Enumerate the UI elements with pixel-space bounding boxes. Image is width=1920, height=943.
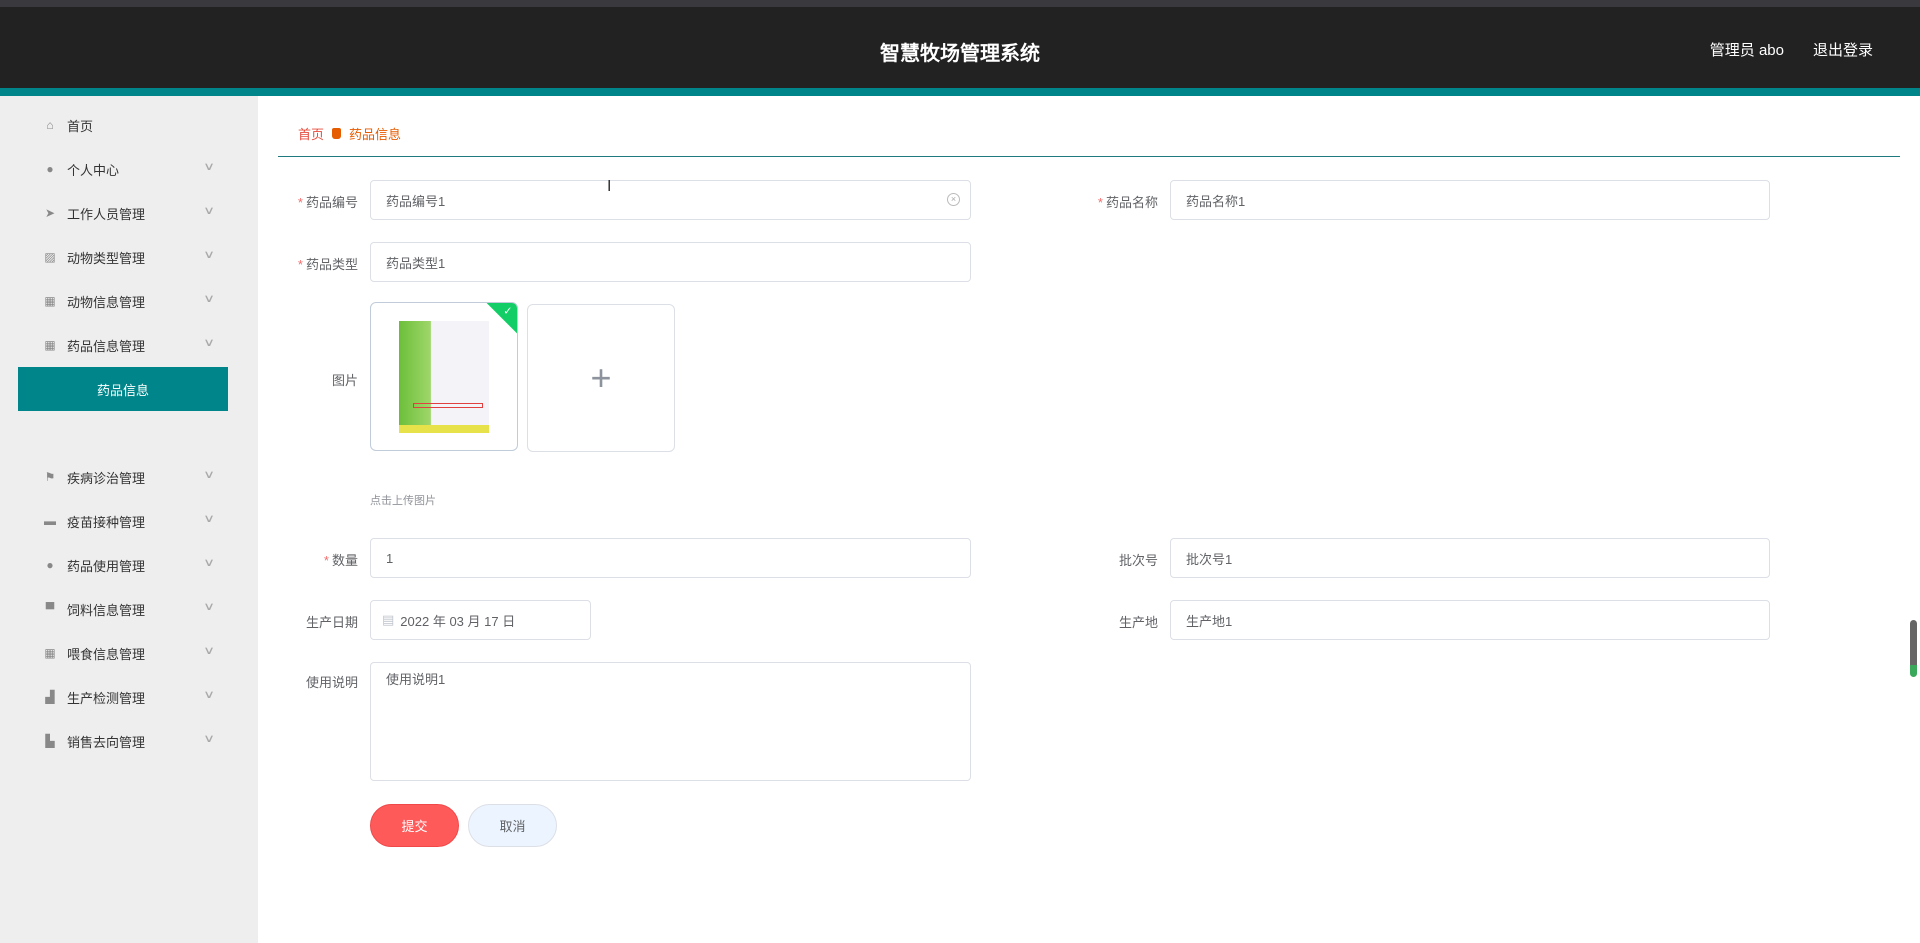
factory-icon: ▟ bbox=[45, 690, 55, 704]
grid-icon: ▦ bbox=[44, 646, 56, 660]
sidebar-item-feeding[interactable]: ▦ 喂食信息管理 ∨ bbox=[0, 631, 258, 675]
chevron-down-icon: ∨ bbox=[202, 513, 216, 525]
chevron-down-icon: ∨ bbox=[202, 469, 216, 481]
sidebar-item-label: 销售去向管理 bbox=[67, 734, 146, 750]
sidebar-item-production[interactable]: ▟ 生产检测管理 ∨ bbox=[0, 675, 258, 719]
user-icon: ● bbox=[46, 162, 54, 176]
chevron-down-icon: ∨ bbox=[202, 161, 216, 173]
sidebar-item-feed[interactable]: ▀ 饲料信息管理 ∨ bbox=[0, 587, 258, 631]
sidebar-item-label: 动物类型管理 bbox=[67, 250, 146, 266]
drug-type-input[interactable]: 药品类型1 bbox=[370, 242, 971, 282]
text-cursor-icon: I bbox=[607, 178, 612, 195]
logout-link[interactable]: 退出登录 bbox=[1813, 39, 1873, 60]
home-icon: ⌂ bbox=[46, 118, 54, 132]
code-label: * 药品编号 bbox=[297, 195, 358, 210]
chevron-down-icon: ∨ bbox=[202, 249, 216, 261]
chart-icon: ▨ bbox=[44, 250, 56, 264]
sidebar: ⌂ 首页 ● 个人中心 ∨ ➤ 工作人员管理 ∨ ▨ 动物类型管理 ∨ ▦ 动物信息管理 ∨ ▦ 药… bbox=[0, 96, 258, 943]
sidebar-item-label: 生产检测管理 bbox=[67, 690, 146, 706]
upload-add-button[interactable]: + bbox=[527, 304, 675, 452]
calendar-icon: ▤ bbox=[382, 612, 395, 627]
sidebar-item-label: 药品信息管理 bbox=[67, 338, 146, 354]
upload-hint: 点击上传图片 bbox=[370, 495, 436, 507]
chevron-down-icon: ∨ bbox=[202, 293, 216, 305]
drug-name-input[interactable]: 药品名称1 bbox=[1170, 180, 1770, 220]
breadcrumb-separator-icon bbox=[332, 128, 342, 139]
sidebar-item-animal-type[interactable]: ▨ 动物类型管理 ∨ bbox=[0, 235, 258, 279]
breadcrumb: 首页 药品信息 bbox=[298, 124, 401, 143]
usage-textarea[interactable]: 使用说明1 bbox=[370, 662, 971, 781]
origin-input[interactable]: 生产地1 bbox=[1170, 600, 1770, 640]
sidebar-item-home[interactable]: ⌂ 首页 bbox=[0, 103, 258, 147]
sidebar-item-vaccine[interactable]: ▬ 疫苗接种管理 ∨ bbox=[0, 499, 258, 543]
quantity-label: * 数量 bbox=[323, 553, 358, 568]
scrollbar-thumb[interactable] bbox=[1910, 620, 1917, 677]
chevron-down-icon: ∨ bbox=[202, 689, 216, 701]
breadcrumb-home[interactable]: 首页 bbox=[298, 124, 324, 143]
chevron-down-icon: ∨ bbox=[202, 557, 216, 569]
breadcrumb-current: 药品信息 bbox=[349, 127, 402, 142]
browser-strip bbox=[0, 0, 1920, 7]
origin-label: 生产地 bbox=[1118, 615, 1158, 630]
drug-box-image bbox=[399, 321, 489, 433]
sidebar-item-label: 首页 bbox=[67, 118, 94, 134]
chevron-down-icon: ∨ bbox=[202, 337, 216, 349]
sidebar-item-label: 动物信息管理 bbox=[67, 294, 146, 310]
sidebar-item-profile[interactable]: ● 个人中心 ∨ bbox=[0, 147, 258, 191]
user-icon: ● bbox=[46, 558, 54, 572]
drug-box-stripe bbox=[413, 403, 483, 408]
sidebar-subitem-drug-info[interactable]: 药品信息 bbox=[18, 367, 228, 411]
divider bbox=[278, 156, 1900, 157]
usage-label: 使用说明 bbox=[305, 675, 358, 690]
uploaded-image[interactable]: ✓ bbox=[370, 302, 518, 451]
cancel-button[interactable]: 取消 bbox=[468, 804, 557, 847]
image-label: 图片 bbox=[331, 373, 358, 388]
grid-icon: ▦ bbox=[44, 294, 56, 308]
success-check-icon: ✓ bbox=[485, 303, 517, 335]
sidebar-item-label: 喂食信息管理 bbox=[67, 646, 146, 662]
batch-label: 批次号 bbox=[1118, 553, 1158, 568]
printer-icon: ▀ bbox=[45, 602, 55, 616]
sidebar-item-label: 饲料信息管理 bbox=[67, 602, 146, 618]
sidebar-item-drug-info[interactable]: ▦ 药品信息管理 ∨ bbox=[0, 323, 258, 367]
type-label: * 药品类型 bbox=[297, 257, 358, 272]
chevron-down-icon: ∨ bbox=[202, 601, 216, 613]
sidebar-item-label: 个人中心 bbox=[67, 162, 120, 178]
sidebar-item-disease[interactable]: ⚑ 疾病诊治管理 ∨ bbox=[0, 455, 258, 499]
accent-bar bbox=[0, 88, 1920, 96]
batch-input[interactable]: 批次号1 bbox=[1170, 538, 1770, 578]
submit-button[interactable]: 提交 bbox=[370, 804, 459, 847]
production-date-picker[interactable]: ▤ 2022 年 03 月 17 日 bbox=[370, 600, 591, 640]
briefcase-icon: ▬ bbox=[44, 514, 56, 528]
sidebar-item-staff[interactable]: ➤ 工作人员管理 ∨ bbox=[0, 191, 258, 235]
clear-icon[interactable]: × bbox=[947, 193, 960, 206]
quantity-input[interactable]: 1 bbox=[370, 538, 971, 578]
flag-icon: ⚑ bbox=[44, 470, 56, 484]
top-header: 智慧牧场管理系统 管理员 abo 退出登录 bbox=[0, 7, 1920, 88]
sidebar-item-drug-usage[interactable]: ● 药品使用管理 ∨ bbox=[0, 543, 258, 587]
sidebar-item-sales[interactable]: ▙ 销售去向管理 ∨ bbox=[0, 719, 258, 763]
current-user: 管理员 abo bbox=[1709, 42, 1784, 59]
send-icon: ➤ bbox=[44, 206, 56, 220]
date-label: 生产日期 bbox=[305, 615, 358, 630]
plus-icon: + bbox=[590, 357, 612, 398]
sidebar-item-label: 疫苗接种管理 bbox=[67, 514, 146, 530]
sidebar-item-animal-info[interactable]: ▦ 动物信息管理 ∨ bbox=[0, 279, 258, 323]
chevron-down-icon: ∨ bbox=[202, 205, 216, 217]
name-label: * 药品名称 bbox=[1097, 195, 1158, 210]
sidebar-item-label: 工作人员管理 bbox=[67, 206, 146, 222]
drug-code-input[interactable]: 药品编号1 × bbox=[370, 180, 971, 220]
grid-icon: ▦ bbox=[44, 338, 56, 352]
building-icon: ▙ bbox=[45, 734, 55, 748]
chevron-down-icon: ∨ bbox=[202, 733, 216, 745]
app-title: 智慧牧场管理系统 bbox=[880, 43, 1040, 65]
chevron-down-icon: ∨ bbox=[202, 645, 216, 657]
sidebar-item-label: 疾病诊治管理 bbox=[67, 470, 146, 486]
sidebar-item-label: 药品使用管理 bbox=[67, 558, 146, 574]
